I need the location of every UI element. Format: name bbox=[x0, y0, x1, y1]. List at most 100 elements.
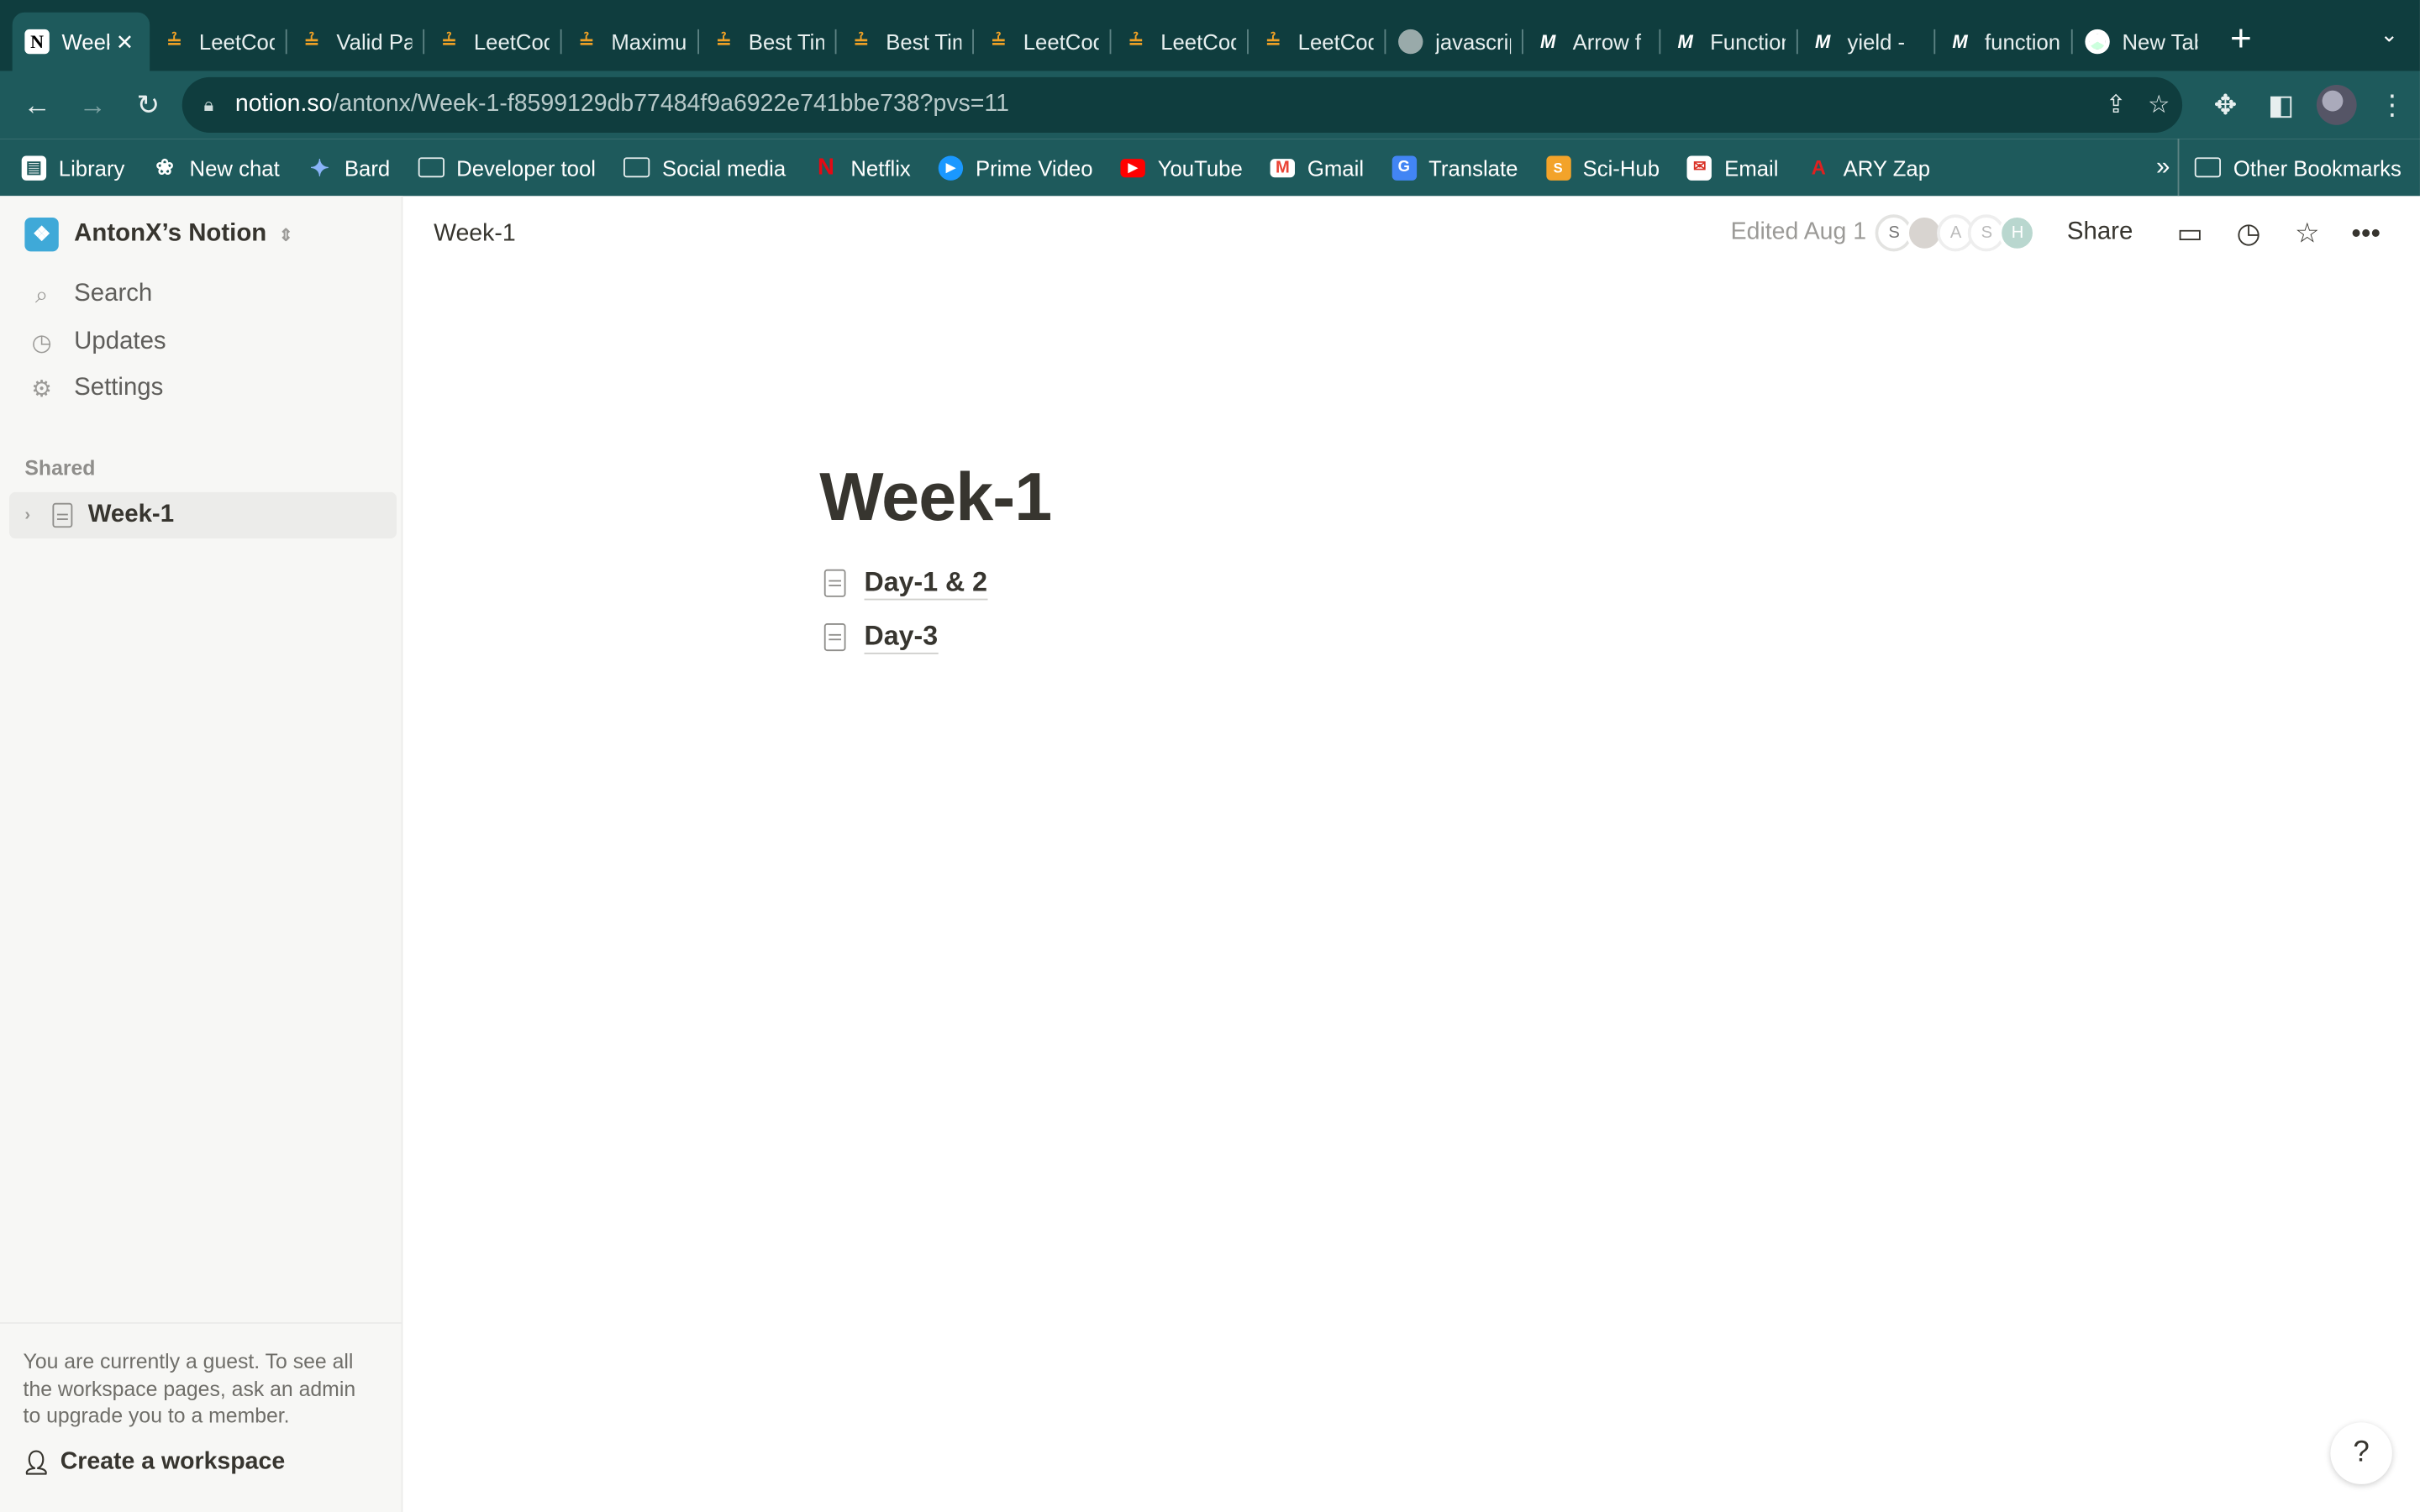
leetcode-icon: ≟ bbox=[853, 30, 870, 53]
bookmark-social-media[interactable]: Social media bbox=[623, 155, 786, 180]
tab-leetcode[interactable]: ≟ LeetCode bbox=[1249, 13, 1386, 71]
bookmark-sci-hub[interactable]: S Sci-Hub bbox=[1545, 155, 1660, 180]
tab-search-chevron-icon[interactable]: ⌄ bbox=[2381, 22, 2399, 48]
workspace-name: AntonX’s Notion bbox=[74, 220, 267, 247]
tab-best-time[interactable]: ≟ Best Time bbox=[699, 13, 837, 71]
chevron-up-down-icon: ⇕ bbox=[278, 226, 293, 245]
tab-arrow-functions[interactable]: M Arrow f bbox=[1523, 13, 1661, 71]
tab-title: LeetCode bbox=[1160, 29, 1236, 55]
sidebar-item-search[interactable]: ⌕ Search bbox=[28, 281, 152, 308]
tab-week-1[interactable]: N Week-1 ✕ bbox=[12, 12, 150, 71]
sidebar-page-week-1[interactable]: › Week-1 bbox=[9, 491, 397, 539]
sidebar-item-settings[interactable]: ⚙ Settings bbox=[28, 375, 163, 402]
tab-title: Best Time bbox=[748, 29, 824, 55]
mdn-icon: M bbox=[1540, 30, 1556, 53]
collaborator-avatars[interactable]: S A S H bbox=[1876, 214, 2037, 252]
leetcode-icon: ≟ bbox=[716, 30, 732, 53]
tab-leetcode[interactable]: ≟ LeetCode bbox=[150, 13, 287, 71]
leetcode-icon: ≟ bbox=[303, 30, 320, 53]
tab-valid-palindrome[interactable]: ≟ Valid Palindrome bbox=[287, 13, 425, 71]
tab-leetcode[interactable]: ≟ LeetCode bbox=[424, 13, 562, 71]
bookmark-bard[interactable]: ✦ Bard bbox=[308, 155, 391, 181]
bookmark-label: Bard bbox=[344, 155, 391, 180]
bookmark-label: YouTube bbox=[1157, 155, 1243, 180]
subpage-link[interactable]: Day-3 bbox=[823, 619, 939, 654]
favorite-star-icon[interactable]: ☆ bbox=[2278, 217, 2337, 249]
tab-javascript[interactable]: javascript bbox=[1386, 13, 1523, 71]
bookmark-library[interactable]: ▤ Library bbox=[21, 155, 125, 180]
subpage-label: Day-3 bbox=[864, 619, 939, 654]
page-title[interactable]: Week-1 bbox=[819, 459, 1052, 537]
comment-icon[interactable]: ▭ bbox=[2160, 217, 2219, 249]
bookmark-new-chat[interactable]: ❀ New chat bbox=[152, 155, 279, 180]
profile-avatar[interactable] bbox=[2316, 85, 2357, 125]
tab-title: LeetCode bbox=[198, 29, 275, 55]
bookmarks-bar: ▤ Library ❀ New chat ✦ Bard Developer tool … bbox=[0, 139, 2420, 197]
workspace-switcher[interactable]: ❖ AntonX’s Notion ⇕ bbox=[24, 217, 293, 252]
share-button[interactable]: Share bbox=[2067, 219, 2133, 247]
library-icon: ▤ bbox=[21, 155, 47, 180]
tab-function[interactable]: Mfunction bbox=[1935, 13, 2073, 71]
tab-yield[interactable]: Myield - bbox=[1798, 13, 1936, 71]
back-arrow-icon[interactable]: ← bbox=[9, 77, 65, 133]
share-page-icon[interactable]: ⇪ bbox=[2106, 90, 2127, 121]
bookmark-gmail[interactable]: M Gmail bbox=[1270, 155, 1364, 180]
more-bookmarks-chevron-icon[interactable]: » bbox=[2156, 139, 2170, 196]
bookmark-developer-tool[interactable]: Developer tool bbox=[418, 155, 596, 180]
bookmark-youtube[interactable]: ▶ YouTube bbox=[1120, 155, 1243, 180]
tab-function[interactable]: M Function bbox=[1660, 13, 1798, 71]
kebab-menu-icon[interactable]: ⋮ bbox=[2365, 77, 2420, 133]
side-panel-icon[interactable]: ◧ bbox=[2254, 77, 2309, 133]
tab-title: Valid Palindrome bbox=[336, 29, 412, 55]
leetcode-icon: ≟ bbox=[1265, 30, 1281, 53]
tab-title: Function bbox=[1710, 29, 1786, 55]
tab-best-time[interactable]: ≟ Best Time bbox=[836, 13, 974, 71]
bookmark-label: Sci-Hub bbox=[1582, 155, 1660, 180]
bookmark-label: Translate bbox=[1428, 155, 1518, 180]
forward-arrow-icon[interactable]: → bbox=[65, 77, 120, 133]
gmail-icon: M bbox=[1270, 158, 1296, 177]
help-button[interactable]: ? bbox=[2330, 1422, 2392, 1484]
workspace-icon: ❖ bbox=[24, 217, 59, 252]
more-options-icon[interactable]: ••• bbox=[2337, 217, 2396, 249]
lock-icon: 🔒︎ bbox=[203, 93, 214, 115]
bookmark-label: Developer tool bbox=[456, 155, 596, 180]
leetcode-icon: ≟ bbox=[166, 30, 182, 53]
tab-title: LeetCode bbox=[1297, 29, 1374, 55]
subpage-link[interactable]: Day-1 & 2 bbox=[823, 564, 988, 601]
new-tab-button[interactable]: + bbox=[2210, 13, 2271, 71]
create-workspace-button[interactable]: 👤︎ Create a workspace bbox=[22, 1449, 285, 1477]
bookmark-prime-video[interactable]: ▶ Prime Video bbox=[938, 155, 1093, 180]
close-tab-icon[interactable]: ✕ bbox=[116, 29, 138, 55]
bookmark-translate[interactable]: G Translate bbox=[1392, 155, 1518, 180]
bookmark-email[interactable]: ✉ Email bbox=[1687, 155, 1778, 180]
extensions-puzzle-icon[interactable]: ✥ bbox=[2197, 77, 2253, 133]
bookmark-label: Library bbox=[58, 155, 125, 180]
tab-title: LeetCode bbox=[473, 29, 550, 55]
address-bar[interactable]: 🔒︎ notion.so/antonx/Week-1-f8599129db774… bbox=[182, 76, 2183, 133]
subpage-label: Day-1 & 2 bbox=[864, 564, 988, 601]
tab-new-tab[interactable]: New Tab bbox=[2073, 13, 2210, 71]
bard-icon: ✦ bbox=[309, 155, 330, 181]
history-clock-icon[interactable]: ◷ bbox=[2219, 217, 2278, 249]
bookmark-ary-zap[interactable]: A ARY Zap bbox=[1807, 155, 1930, 180]
url-text: notion.so/antonx/Week-1-f8599129db77484f… bbox=[235, 91, 1009, 118]
breadcrumb[interactable]: Week-1 bbox=[434, 221, 516, 249]
sidebar-item-updates[interactable]: ◷ Updates bbox=[28, 328, 166, 356]
tab-title: Week-1 bbox=[61, 29, 109, 55]
chrome-icon bbox=[2085, 29, 2110, 55]
tab-leetcode[interactable]: ≟ LeetCode bbox=[1111, 13, 1249, 71]
reload-icon[interactable]: ↻ bbox=[120, 77, 176, 133]
mdn-icon: M bbox=[1952, 30, 1968, 53]
bookmark-star-icon[interactable]: ☆ bbox=[2148, 90, 2170, 121]
other-bookmarks[interactable]: Other Bookmarks bbox=[2177, 139, 2402, 197]
guest-notice: You are currently a guest. To see all th… bbox=[0, 1322, 402, 1430]
mdn-icon: M bbox=[1814, 30, 1831, 53]
bookmark-label: ARY Zap bbox=[1843, 155, 1931, 180]
browser-toolbar: ← → ↻ 🔒︎ notion.so/antonx/Week-1-f859912… bbox=[0, 71, 2420, 139]
tab-maximum[interactable]: ≟ Maximum bbox=[562, 13, 700, 71]
sidebar-item-label: Settings bbox=[74, 375, 164, 402]
chevron-right-icon[interactable]: › bbox=[24, 506, 43, 524]
bookmark-netflix[interactable]: N Netflix bbox=[813, 155, 911, 181]
tab-leetcode[interactable]: ≟ LeetCode bbox=[974, 13, 1112, 71]
